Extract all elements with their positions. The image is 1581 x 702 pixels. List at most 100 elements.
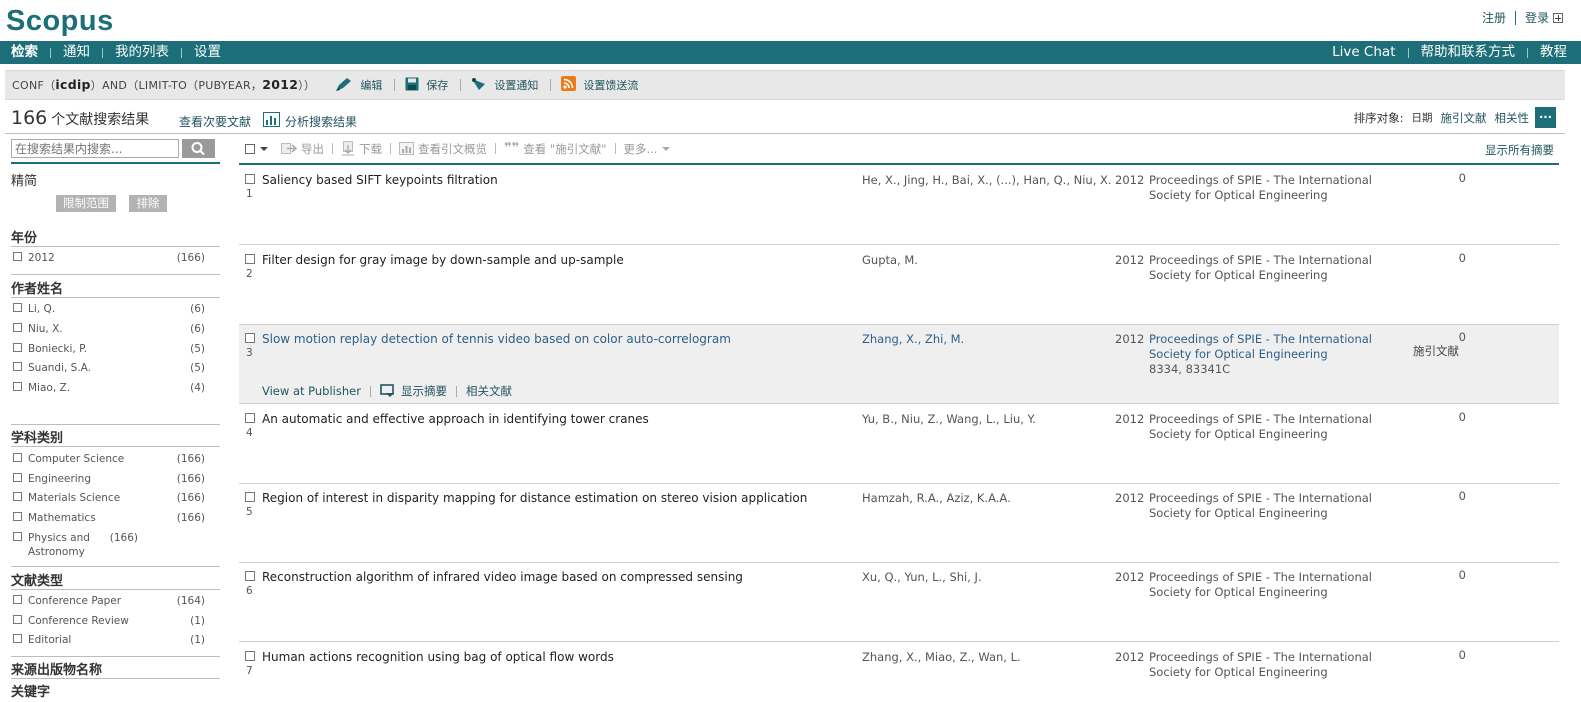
result-cited-count[interactable]: 0 (1449, 648, 1466, 662)
facet-checkbox[interactable] (13, 512, 22, 521)
result-checkbox[interactable] (245, 333, 255, 343)
facet-item[interactable]: Editorial (1) (13, 633, 205, 647)
exclude-button[interactable]: 排除 (129, 195, 167, 212)
facet-checkbox[interactable] (13, 473, 22, 482)
view-at-publisher-link[interactable]: View at Publisher (262, 384, 361, 398)
related-documents-link[interactable]: 相关文献 (466, 383, 512, 399)
select-all-checkbox[interactable] (245, 143, 255, 154)
result-checkbox[interactable] (245, 651, 255, 661)
facet-checkbox[interactable] (13, 343, 22, 352)
facet-checkbox[interactable] (13, 634, 22, 643)
export-button[interactable]: 导出 (281, 141, 324, 157)
result-authors[interactable]: Hamzah, R.A., Aziz, K.A.A. (862, 491, 1011, 505)
nav-live-chat[interactable]: Live Chat (1332, 42, 1395, 62)
facet-checkbox[interactable] (13, 492, 22, 501)
facet-item[interactable]: Conference Review (1) (13, 614, 205, 628)
register-link[interactable]: 注册 (1482, 9, 1506, 26)
view-cited-by-button[interactable]: ❞❞ 查看 "施引文献" (504, 141, 607, 157)
facet-checkbox[interactable] (13, 303, 22, 312)
result-checkbox[interactable] (245, 492, 255, 502)
facet-title-author[interactable]: 作者姓名 (11, 278, 63, 297)
facet-title-year[interactable]: 年份 (11, 227, 37, 246)
result-title-link[interactable]: Filter design for gray image by down-sam… (262, 253, 624, 267)
divider (239, 163, 1559, 165)
save-query-button[interactable]: 保存 (405, 77, 448, 94)
facet-title-subject[interactable]: 学科类别 (11, 427, 63, 446)
nav-search[interactable]: 检索 (11, 42, 38, 62)
limit-to-button[interactable]: 限制范围 (56, 195, 116, 212)
show-all-abstracts-link[interactable]: 显示所有摘要 (1485, 142, 1554, 158)
facet-checkbox[interactable] (13, 252, 22, 261)
select-all-dropdown[interactable] (245, 143, 269, 154)
facet-item[interactable]: Computer Science (166) (13, 452, 205, 466)
result-authors[interactable]: Gupta, M. (862, 253, 918, 267)
scopus-logo[interactable]: Scopus (6, 5, 114, 38)
login-link[interactable]: 登录 (1525, 9, 1549, 26)
sort-by-cited[interactable]: 施引文献 (1441, 110, 1487, 126)
nav-help-contact[interactable]: 帮助和联系方式 (1421, 42, 1516, 62)
facet-item[interactable]: Boniecki, P. (5) (13, 342, 205, 356)
result-title-link[interactable]: Reconstruction algorithm of infrared vid… (262, 570, 743, 584)
set-feed-button[interactable]: 设置馈送流 (561, 76, 638, 94)
result-title-link[interactable]: Saliency based SIFT keypoints filtration (262, 173, 498, 187)
facet-item[interactable]: Suandi, S.A. (5) (13, 361, 205, 375)
facet-checkbox[interactable] (13, 532, 22, 541)
result-authors[interactable]: Xu, Q., Yun, L., Shi, J. (862, 570, 982, 584)
search-within-button[interactable] (182, 139, 215, 158)
facet-item[interactable]: Conference Paper (164) (13, 594, 205, 608)
result-cited-count[interactable]: 0 (1449, 410, 1466, 424)
show-abstract-link[interactable]: 显示摘要 (380, 383, 447, 399)
facet-item[interactable]: Engineering (166) (13, 472, 205, 486)
sort-by-date[interactable]: 日期 (1412, 110, 1433, 125)
search-within-input[interactable] (11, 139, 179, 158)
facet-item[interactable]: Miao, Z. (4) (13, 381, 205, 395)
facet-checkbox[interactable] (13, 362, 22, 371)
facet-item[interactable]: Li, Q. (6) (13, 302, 205, 316)
edit-query-button[interactable]: 编辑 (335, 76, 382, 95)
nav-my-list[interactable]: 我的列表 (115, 42, 169, 62)
facet-item[interactable]: Niu, X. (6) (13, 322, 205, 336)
result-title-link[interactable]: An automatic and effective approach in i… (262, 412, 649, 426)
facet-checkbox[interactable] (13, 615, 22, 624)
result-title-link[interactable]: Human actions recognition using bag of o… (262, 650, 614, 664)
set-alert-button[interactable]: 设置通知 (471, 77, 538, 94)
result-cited-count[interactable]: 0 (1449, 251, 1466, 265)
facet-checkbox[interactable] (13, 382, 22, 391)
download-button[interactable]: 下载 (341, 141, 382, 157)
nav-settings[interactable]: 设置 (194, 42, 221, 62)
view-secondary-documents-link[interactable]: 查看次要文献 (179, 113, 251, 130)
facet-title-doctype[interactable]: 文献类型 (11, 570, 63, 589)
facet-item[interactable]: Physics and Astronomy (166) (13, 531, 205, 559)
more-sort-button[interactable]: ... (1535, 107, 1556, 128)
sort-by-relevance[interactable]: 相关性 (1495, 110, 1530, 126)
facet-checkbox[interactable] (13, 595, 22, 604)
result-checkbox[interactable] (245, 174, 255, 184)
nav-tutorials[interactable]: 教程 (1540, 42, 1567, 62)
nav-alerts[interactable]: 通知 (63, 42, 90, 62)
result-cited-count[interactable]: 0 (1449, 568, 1466, 582)
more-actions-dropdown[interactable]: 更多... (624, 141, 672, 157)
facet-checkbox[interactable] (13, 453, 22, 462)
result-checkbox[interactable] (245, 254, 255, 264)
result-authors[interactable]: Zhang, X., Miao, Z., Wan, L. (862, 650, 1021, 664)
result-authors[interactable]: Zhang, X., Zhi, M. (862, 332, 964, 346)
facet-item[interactable]: Materials Science (166) (13, 491, 205, 505)
facet-checkbox[interactable] (13, 323, 22, 332)
analyze-results-link[interactable]: 分析搜索结果 (263, 112, 357, 130)
facet-title-keyword[interactable]: 关键字 (11, 681, 50, 700)
facet-item[interactable]: Mathematics (166) (13, 511, 205, 525)
result-title-link[interactable]: Slow motion replay detection of tennis v… (262, 332, 731, 346)
result-cited-count[interactable]: 0 (1449, 330, 1466, 344)
facet-item[interactable]: 2012 (166) (13, 251, 205, 265)
facet-title-source[interactable]: 来源出版物名称 (11, 659, 102, 678)
result-title-link[interactable]: Region of interest in disparity mapping … (262, 491, 807, 505)
result-checkbox[interactable] (245, 571, 255, 581)
expand-plus-icon[interactable] (1553, 12, 1563, 23)
result-authors[interactable]: Yu, B., Niu, Z., Wang, L., Liu, Y. (862, 412, 1036, 426)
citation-overview-button[interactable]: 查看引文概览 (399, 141, 487, 157)
result-authors[interactable]: He, X., Jing, H., Bai, X., (...), Han, Q… (862, 173, 1112, 187)
result-cited-count[interactable]: 0 (1449, 171, 1466, 185)
divider (11, 274, 220, 275)
result-cited-count[interactable]: 0 (1449, 489, 1466, 503)
result-checkbox[interactable] (245, 413, 255, 423)
